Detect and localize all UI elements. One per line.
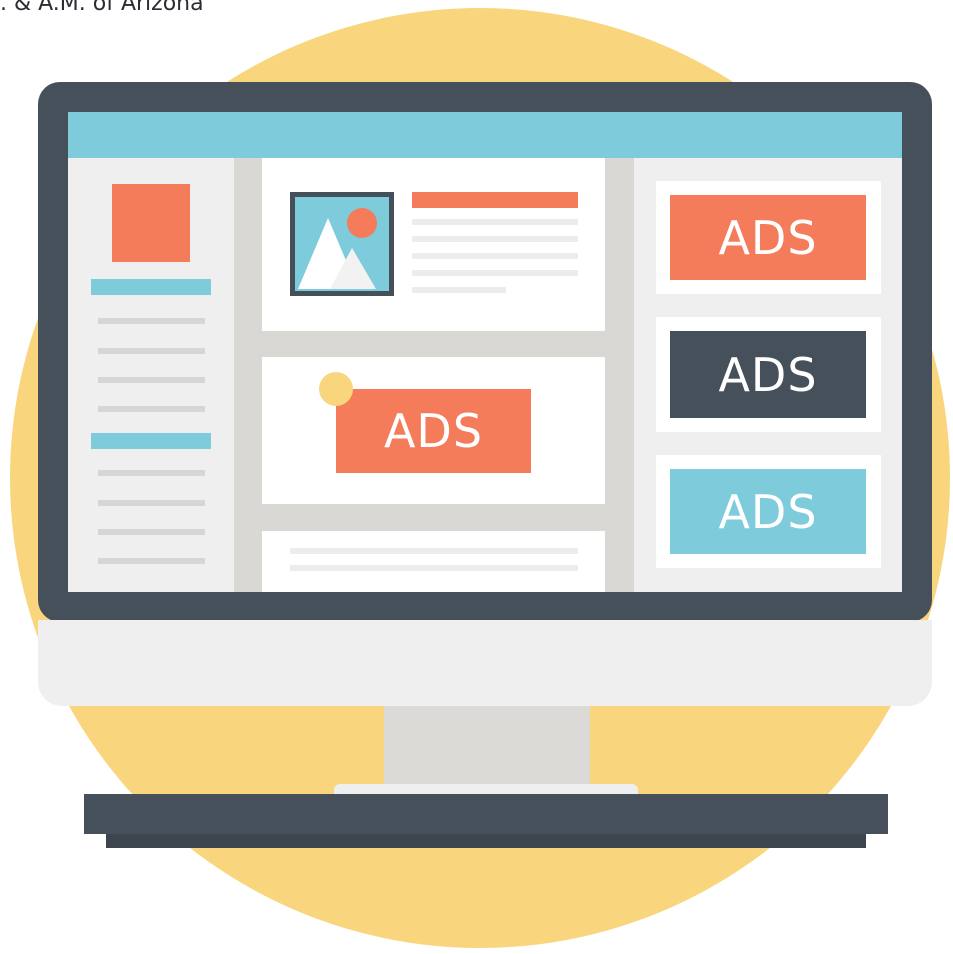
monitor-neck	[384, 706, 590, 790]
ad-card-center: ADS	[262, 357, 605, 504]
sidebar-line	[98, 318, 205, 324]
sidebar-line	[98, 406, 205, 412]
image-icon	[290, 192, 394, 296]
article-line	[412, 270, 578, 276]
article-line	[412, 219, 578, 225]
article-line	[412, 236, 578, 242]
card-line	[290, 548, 578, 554]
ad-label: ADS	[718, 210, 818, 265]
sun-icon	[347, 208, 377, 238]
sidebar-line	[98, 500, 205, 506]
monitor-base	[84, 794, 888, 834]
ad-label: ADS	[718, 484, 818, 539]
sidebar-line	[98, 529, 205, 535]
ad-label: ADS	[383, 404, 484, 458]
ad-card-right-top: ADS	[656, 181, 881, 294]
monitor-base-foot	[106, 834, 866, 848]
caption-text: . & A.M. of Arizona	[0, 0, 204, 16]
ad-label: ADS	[718, 347, 818, 402]
ad-banner-center[interactable]: ADS	[336, 389, 531, 473]
sidebar-line	[98, 470, 205, 476]
sidebar-heading-bar	[91, 433, 211, 449]
sidebar-line	[98, 558, 205, 564]
monitor-chin	[38, 620, 932, 706]
left-sidebar	[68, 158, 234, 592]
article-line	[412, 287, 506, 293]
ad-banner-right-top[interactable]: ADS	[670, 195, 866, 280]
mountain-icon	[295, 197, 389, 291]
article-line	[412, 253, 578, 259]
sidebar-line	[98, 348, 205, 354]
article-title-bar	[412, 192, 578, 208]
ad-card-right-bottom: ADS	[656, 455, 881, 568]
neck-base-highlight	[334, 784, 638, 794]
ad-banner-right-middle[interactable]: ADS	[670, 331, 866, 418]
browser-top-bar	[68, 112, 902, 158]
bottom-card	[262, 531, 605, 592]
sidebar-line	[98, 377, 205, 383]
ad-banner-right-bottom[interactable]: ADS	[670, 469, 866, 554]
card-line	[290, 565, 578, 571]
article-card	[262, 158, 605, 331]
ad-card-right-middle: ADS	[656, 317, 881, 432]
sidebar-heading-bar	[91, 279, 211, 295]
sidebar-logo-block	[112, 184, 190, 262]
screen: ADS ADS ADS ADS	[68, 112, 902, 592]
notification-dot	[319, 372, 353, 406]
